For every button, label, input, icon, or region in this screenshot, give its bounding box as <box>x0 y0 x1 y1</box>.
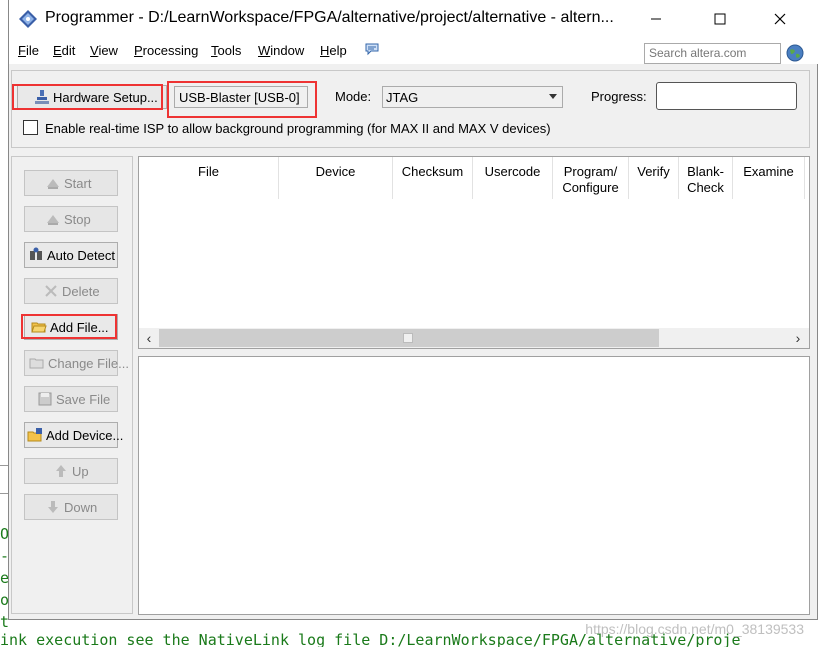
stop-label: Stop <box>64 211 91 227</box>
minimize-button[interactable] <box>633 0 679 38</box>
menu-help[interactable]: Help <box>320 43 347 58</box>
globe-icon[interactable] <box>786 44 804 62</box>
maximize-button[interactable] <box>697 0 743 38</box>
arrow-up-icon <box>56 465 66 477</box>
menu-tools[interactable]: Tools <box>211 43 241 58</box>
column-header-program[interactable]: Program/Configure <box>553 157 629 199</box>
column-header-device[interactable]: Device <box>279 157 393 199</box>
isp-checkbox[interactable] <box>23 120 38 135</box>
device-file-table[interactable]: File Device Checksum Usercode Program/Co… <box>138 156 810 349</box>
window-title: Programmer - D:/LearnWorkspace/FPGA/alte… <box>45 9 614 26</box>
delete-icon <box>45 285 57 297</box>
up-label: Up <box>72 463 89 479</box>
folder-icon <box>31 322 47 333</box>
menu-label: ile <box>25 43 39 58</box>
menu-label: dit <box>61 43 76 58</box>
add-file-label: Add File... <box>50 319 109 335</box>
hardware-setup-label: Hardware Setup... <box>53 89 158 105</box>
stop-button[interactable]: Stop <box>24 206 118 232</box>
delete-button[interactable]: Delete <box>24 278 118 304</box>
chevron-down-icon <box>549 94 557 99</box>
hardware-setup-button[interactable]: Hardware Setup... <box>17 85 167 109</box>
change-file-icon <box>29 358 44 369</box>
column-header-examine[interactable]: Examine <box>733 157 805 199</box>
device-chain-view[interactable] <box>138 356 810 615</box>
hardware-icon <box>35 90 49 104</box>
title-bar[interactable]: Programmer - D:/LearnWorkspace/FPGA/alte… <box>9 0 818 38</box>
menu-label: indow <box>270 43 305 58</box>
scroll-right-icon[interactable]: › <box>789 329 807 347</box>
column-header-file[interactable]: File <box>139 157 279 199</box>
column-header-label: Program/ <box>563 164 618 179</box>
auto-detect-icon <box>30 247 42 260</box>
save-file-label: Save File <box>56 391 111 407</box>
add-file-button[interactable]: Add File... <box>24 314 118 340</box>
horizontal-scrollbar[interactable]: ‹ › <box>139 328 809 348</box>
menu-window[interactable]: Window <box>258 43 304 58</box>
programmer-window: Programmer - D:/LearnWorkspace/FPGA/alte… <box>8 0 818 620</box>
hardware-device-field: USB-Blaster [USB-0] <box>174 86 308 108</box>
add-device-button[interactable]: Add Device... <box>24 422 123 448</box>
menu-mnemonic: P <box>134 43 143 58</box>
auto-detect-button[interactable]: Auto Detect <box>24 242 118 268</box>
mode-select[interactable]: JTAG <box>382 86 563 108</box>
menu-mnemonic: E <box>53 43 62 58</box>
column-header-label: Check <box>687 180 724 195</box>
menu-edit[interactable]: Edit <box>53 43 75 58</box>
column-header-usercode[interactable]: Usercode <box>473 157 553 199</box>
menu-mnemonic: H <box>320 43 330 58</box>
add-device-label: Add Device... <box>46 427 124 443</box>
up-button[interactable]: Up <box>24 458 118 484</box>
stop-icon <box>47 215 59 225</box>
progress-label: Progress: <box>591 89 647 104</box>
search-input[interactable]: Search altera.com <box>644 43 781 64</box>
close-button[interactable] <box>757 0 803 38</box>
auto-detect-label: Auto Detect <box>47 247 115 263</box>
column-header-label: Verify <box>637 164 670 179</box>
column-header-label: Usercode <box>484 164 541 179</box>
programmer-app-icon <box>19 10 37 28</box>
arrow-down-icon <box>48 501 58 513</box>
menu-processing[interactable]: Processing <box>134 43 198 58</box>
menu-label: elp <box>329 43 347 58</box>
start-label: Start <box>64 175 92 191</box>
isp-label: Enable real-time ISP to allow background… <box>45 121 551 136</box>
change-file-label: Change File... <box>48 355 129 371</box>
progress-bar <box>656 82 797 110</box>
start-icon <box>47 179 59 189</box>
menu-mnemonic: F <box>18 43 26 58</box>
save-file-button[interactable]: Save File <box>24 386 118 412</box>
down-button[interactable]: Down <box>24 494 118 520</box>
mode-value: JTAG <box>386 90 419 105</box>
menu-mnemonic: W <box>258 43 271 58</box>
change-file-button[interactable]: Change File... <box>24 350 129 376</box>
menu-file[interactable]: File <box>18 43 39 58</box>
watermark: https://blog.csdn.net/m0_38139533 <box>585 621 804 637</box>
menu-label: iew <box>98 43 118 58</box>
menu-view[interactable]: View <box>90 43 118 58</box>
column-header-label: Examine <box>743 164 794 179</box>
add-device-icon <box>27 428 42 442</box>
column-header-label: Checksum <box>401 164 464 179</box>
maximize-icon <box>714 13 726 25</box>
column-header-verify[interactable]: Verify <box>629 157 679 199</box>
close-icon <box>774 13 786 25</box>
column-header-blank-check[interactable]: Blank- Check <box>679 157 733 199</box>
column-header-label: Device <box>315 164 356 179</box>
save-icon <box>38 392 52 406</box>
scrollbar-grip <box>403 333 413 343</box>
menu-label: ools <box>217 43 242 58</box>
chat-icon[interactable] <box>364 42 380 56</box>
minimize-icon <box>651 18 661 20</box>
down-label: Down <box>64 499 98 515</box>
column-header-label: Configure <box>562 180 619 195</box>
menu-label: rocessing <box>142 43 199 58</box>
delete-label: Delete <box>62 283 100 299</box>
mode-label: Mode: <box>335 89 372 104</box>
column-header-checksum[interactable]: Checksum <box>393 157 473 199</box>
scroll-left-icon[interactable]: ‹ <box>140 329 158 347</box>
column-header-label: Blank- <box>687 164 724 179</box>
start-button[interactable]: Start <box>24 170 118 196</box>
column-header-label: File <box>198 164 219 179</box>
